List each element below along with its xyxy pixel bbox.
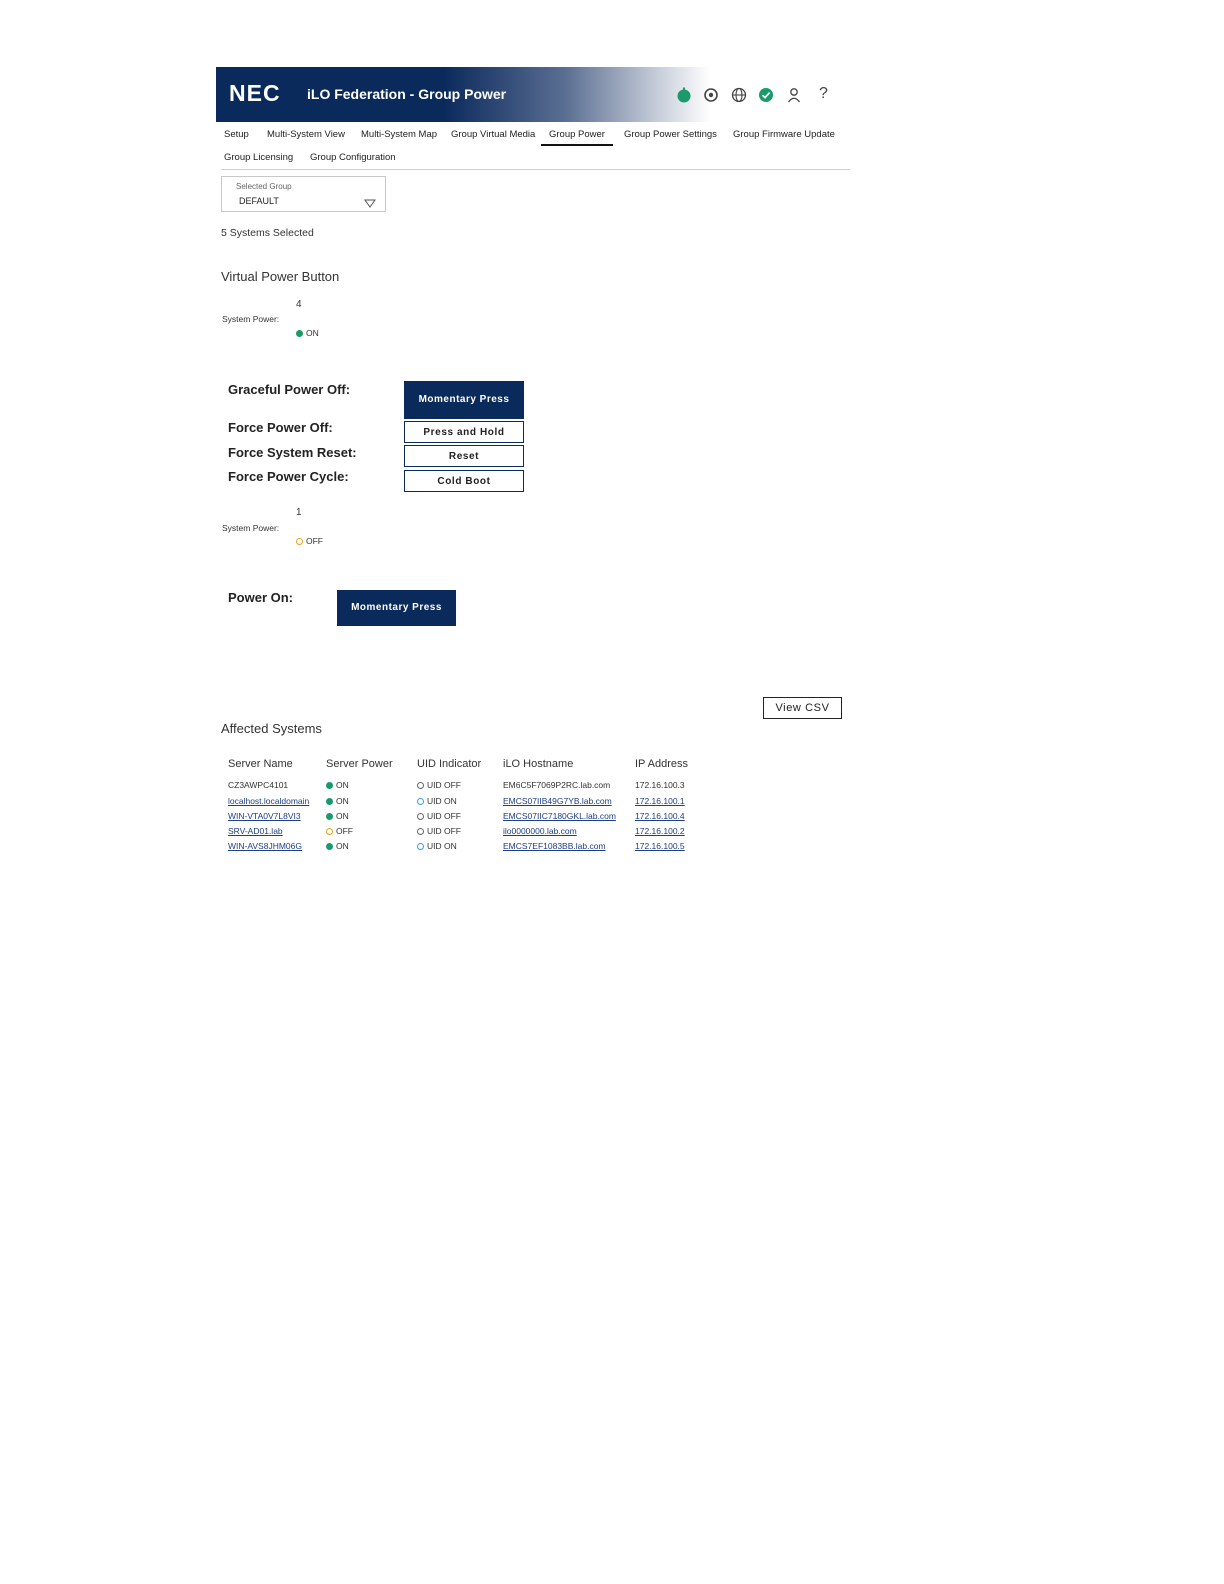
off-systems-count: 1 [296, 507, 302, 518]
affected-systems-title: Affected Systems [221, 721, 322, 736]
table-row-hostname: EM6C5F7069P2RC.lab.com [503, 780, 611, 790]
table-row-hostname-link[interactable]: EMCS07IIC7180GKL.lab.com [503, 811, 616, 821]
table-row-server-power: OFF [326, 826, 353, 836]
globe-icon[interactable] [730, 86, 748, 104]
column-header-ip-address[interactable]: IP Address [635, 758, 688, 770]
force-power-cycle-label: Force Power Cycle: [228, 469, 349, 484]
reset-button[interactable]: Reset [404, 445, 524, 467]
table-row-server-name: CZ3AWPC4101 [228, 780, 289, 790]
power-off-icon [296, 538, 303, 546]
health-status-icon[interactable] [675, 86, 693, 104]
column-header-ilo-hostname[interactable]: iLO Hostname [503, 758, 573, 770]
table-row-ip-link[interactable]: 172.16.100.1 [635, 796, 685, 806]
table-row-server-name-link[interactable]: SRV-AD01.lab [228, 826, 283, 836]
status-text: OFF [306, 536, 323, 546]
table-row-uid: UID OFF [417, 811, 461, 821]
tab-group-configuration[interactable]: Group Configuration [310, 152, 396, 163]
table-row-ip-link[interactable]: 172.16.100.5 [635, 841, 685, 851]
column-header-server-power[interactable]: Server Power [326, 758, 393, 770]
on-systems-count: 4 [296, 299, 302, 310]
table-row-uid: UID OFF [417, 826, 461, 836]
power-on-label: Power On: [228, 590, 294, 605]
page-title: iLO Federation - Group Power [307, 86, 507, 102]
power-text: ON [336, 796, 349, 806]
tab-group-virtual-media[interactable]: Group Virtual Media [451, 129, 535, 140]
table-row-ip-link[interactable]: 172.16.100.4 [635, 811, 685, 821]
table-row-ip: 172.16.100.3 [635, 780, 685, 790]
uid-text: UID ON [427, 841, 457, 851]
tab-divider [221, 169, 850, 170]
table-row-server-name-link[interactable]: WIN-AVS8JHM06G [228, 841, 302, 851]
table-row-hostname-link[interactable]: EMCS7EF1083BB.lab.com [503, 841, 606, 851]
press-and-hold-button[interactable]: Press and Hold [404, 421, 524, 443]
table-row-uid: UID OFF [417, 780, 461, 790]
uid-text: UID OFF [427, 811, 461, 821]
force-power-off-label: Force Power Off: [228, 420, 333, 435]
system-power-label-off: System Power: [222, 523, 280, 533]
column-header-uid-indicator[interactable]: UID Indicator [417, 758, 481, 770]
nec-logo: NEC [229, 80, 281, 106]
table-row-server-power: ON [326, 811, 349, 821]
uid-text: UID OFF [427, 826, 461, 836]
user-icon[interactable] [785, 86, 803, 104]
momentary-press-button[interactable]: Momentary Press [404, 381, 524, 419]
power-text: OFF [336, 826, 353, 836]
table-row-uid: UID ON [417, 841, 457, 851]
power-on-icon [326, 782, 333, 790]
power-on-momentary-press-button[interactable]: Momentary Press [337, 590, 456, 626]
uid-text: UID ON [427, 796, 457, 806]
table-row-ip-link[interactable]: 172.16.100.2 [635, 826, 685, 836]
power-text: ON [336, 811, 349, 821]
table-row-uid: UID ON [417, 796, 457, 806]
table-row-server-power: ON [326, 780, 349, 790]
chevron-down-icon[interactable] [364, 196, 376, 214]
table-row-server-name-link[interactable]: WIN-VTA0V7L8VI3 [228, 811, 301, 821]
power-text: ON [336, 841, 349, 851]
table-row-hostname-link[interactable]: ilo0000000.lab.com [503, 826, 577, 836]
group-select-label: Selected Group [236, 182, 292, 191]
power-on-icon [326, 843, 333, 851]
check-status-icon[interactable] [757, 86, 775, 104]
status-text: ON [306, 328, 319, 338]
uid-off-icon [417, 782, 424, 790]
tab-group-licensing[interactable]: Group Licensing [224, 152, 293, 163]
uid-text: UID OFF [427, 780, 461, 790]
status-badge: ON [296, 328, 319, 338]
table-row-hostname-link[interactable]: EMCS07IIB49G7YB.lab.com [503, 796, 612, 806]
graceful-power-off-label: Graceful Power Off: [228, 382, 351, 397]
uid-off-icon [417, 828, 424, 836]
group-select-value: DEFAULT [239, 196, 279, 206]
power-text: ON [336, 780, 349, 790]
power-off-icon [326, 828, 333, 836]
status-badge-off: OFF [296, 536, 323, 546]
location-icon[interactable] [702, 86, 720, 104]
cold-boot-button[interactable]: Cold Boot [404, 470, 524, 492]
column-header-server-name[interactable]: Server Name [228, 758, 293, 770]
systems-selected-count: 5 Systems Selected [221, 227, 314, 239]
tab-group-power[interactable]: Group Power [541, 129, 613, 146]
uid-on-icon [417, 798, 424, 806]
table-row-server-name-link[interactable]: localhost.localdomain [228, 796, 309, 806]
power-on-icon [326, 798, 333, 806]
table-row-server-power: ON [326, 796, 349, 806]
uid-off-icon [417, 813, 424, 821]
tab-group-power-settings[interactable]: Group Power Settings [624, 129, 717, 140]
power-on-icon [296, 330, 303, 338]
help-icon[interactable]: ? [819, 85, 828, 103]
tab-multi-system-view[interactable]: Multi-System View [267, 129, 345, 140]
force-system-reset-label: Force System Reset: [228, 445, 357, 460]
uid-on-icon [417, 843, 424, 851]
virtual-power-button-title: Virtual Power Button [221, 269, 340, 284]
view-csv-button[interactable]: View CSV [763, 697, 842, 719]
power-on-icon [326, 813, 333, 821]
table-row-server-power: ON [326, 841, 349, 851]
tab-setup[interactable]: Setup [224, 129, 249, 140]
system-power-label: System Power: [222, 314, 280, 324]
tab-multi-system-map[interactable]: Multi-System Map [361, 129, 437, 140]
tab-group-firmware-update[interactable]: Group Firmware Update [733, 129, 835, 140]
